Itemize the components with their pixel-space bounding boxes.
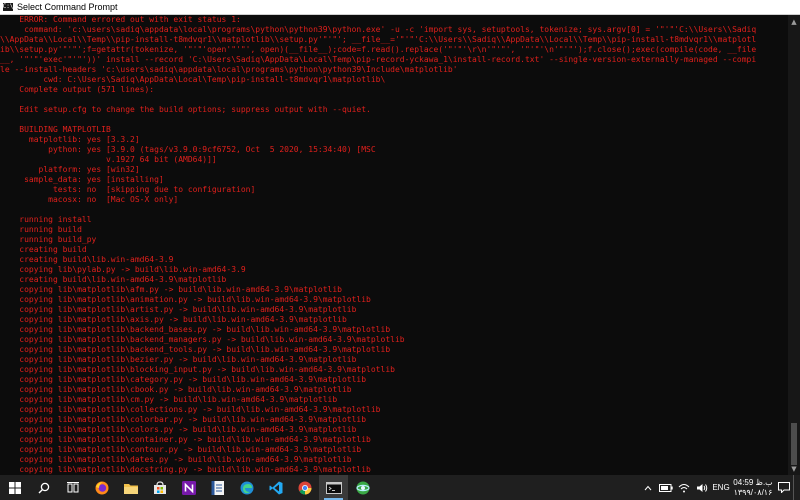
- system-tray: ENG 04:59 ب.ظ ۱۳۹۹/۰۸/۱۶: [639, 475, 800, 500]
- folder-icon: [123, 483, 138, 494]
- console-line: running install: [0, 215, 92, 224]
- onenote-icon: [181, 480, 196, 495]
- console-line: le --install-headers 'c:\users\sadiq\app…: [0, 65, 458, 74]
- start-button[interactable]: [0, 475, 29, 500]
- console-line: macosx: no [Mac OS-X only]: [0, 195, 179, 204]
- console-line: copying lib\matplotlib\backend_managers.…: [0, 335, 405, 344]
- console-line: copying lib\matplotlib\docstring.py -> b…: [0, 465, 371, 474]
- firefox-icon: [95, 481, 108, 494]
- console-output[interactable]: ERROR: Command errored out with exit sta…: [0, 15, 787, 475]
- console-line: tests: no [skipping due to configuration…: [0, 185, 256, 194]
- console-line: copying lib\matplotlib\contour.py -> bui…: [0, 445, 362, 454]
- taskbar: ENG 04:59 ب.ظ ۱۳۹۹/۰۸/۱۶: [0, 475, 800, 500]
- search-icon: [38, 482, 49, 493]
- onenote-button[interactable]: [174, 475, 203, 500]
- clock[interactable]: 04:59 ب.ظ ۱۳۹۹/۰۸/۱۶: [731, 478, 775, 498]
- console-line: copying lib\matplotlib\cm.py -> build\li…: [0, 395, 338, 404]
- speaker-icon: [697, 483, 708, 492]
- clock-date: ۱۳۹۹/۰۸/۱۶: [733, 487, 773, 497]
- console-line: Complete output (571 lines):: [0, 85, 155, 94]
- console-line: Edit setup.cfg to change the build optio…: [0, 105, 371, 114]
- vscode-icon: [269, 481, 282, 494]
- edge-icon: [240, 481, 253, 494]
- console-line: copying lib\pylab.py -> build\lib.win-am…: [0, 265, 246, 274]
- network-button[interactable]: [675, 475, 693, 500]
- network-app-button[interactable]: [348, 475, 377, 500]
- console-line: copying lib\matplotlib\colorbar.py -> bu…: [0, 415, 367, 424]
- terminal-icon: [325, 481, 342, 494]
- console-line: copying lib\matplotlib\category.py -> bu…: [0, 375, 367, 384]
- show-hidden-icons-button[interactable]: [639, 475, 657, 500]
- network-app-icon: [355, 481, 370, 494]
- battery-icon: [659, 483, 673, 492]
- vscode-button[interactable]: [261, 475, 290, 500]
- console-line: copying lib\matplotlib\backend_bases.py …: [0, 325, 391, 334]
- console-line: cwd: C:\Users\Sadiq\AppData\Local\Temp\p…: [0, 75, 386, 84]
- command-prompt-button[interactable]: [319, 475, 348, 500]
- console-line: sample_data: yes [installing]: [0, 175, 164, 184]
- store-icon: [153, 480, 166, 494]
- console-line: creating build: [0, 245, 87, 254]
- notifications-button[interactable]: [775, 475, 793, 500]
- word-button[interactable]: [203, 475, 232, 500]
- battery-button[interactable]: [657, 475, 675, 500]
- console-line: matplotlib: yes [3.3.2]: [0, 135, 140, 144]
- console-line: platform: yes [win32]: [0, 165, 140, 174]
- console-line: ERROR: Command errored out with exit sta…: [0, 15, 241, 24]
- console-line: copying lib\matplotlib\backend_tools.py …: [0, 345, 391, 354]
- console-line: creating build\lib.win-amd64-3.9\matplot…: [0, 275, 227, 284]
- window-title-bar[interactable]: C:\ Select Command Prompt: [0, 0, 800, 15]
- volume-button[interactable]: [693, 475, 711, 500]
- scroll-thumb[interactable]: [791, 423, 797, 465]
- clock-time: 04:59 ب.ظ: [733, 477, 773, 487]
- console-line: __, '"'"'exec'"'"'))' install --record '…: [0, 55, 757, 64]
- chrome-icon: [298, 481, 311, 494]
- console-line: python: yes [3.9.0 (tags/v3.9.0:9cf6752,…: [0, 145, 376, 154]
- file-explorer-button[interactable]: [116, 475, 145, 500]
- command-prompt-icon: C:\: [3, 3, 13, 11]
- console-line: copying lib\matplotlib\artist.py -> buil…: [0, 305, 357, 314]
- console-line: ib\\setup.py'"'"';f=getattr(tokenize, '"…: [0, 45, 757, 54]
- task-view-button[interactable]: [58, 475, 87, 500]
- language-indicator[interactable]: ENG: [711, 483, 731, 492]
- console-line: copying lib\matplotlib\axis.py -> build\…: [0, 315, 347, 324]
- task-view-icon: [66, 481, 79, 492]
- console-line: v.1927 64 bit (AMD64)]]: [0, 155, 217, 164]
- console-line: copying lib\matplotlib\container.py -> b…: [0, 435, 371, 444]
- chrome-button[interactable]: [290, 475, 319, 500]
- console-line: copying lib\matplotlib\collections.py ->…: [0, 405, 381, 414]
- vertical-scrollbar[interactable]: ▲ ▼: [788, 15, 800, 475]
- search-button[interactable]: [29, 475, 58, 500]
- word-icon: [211, 480, 224, 495]
- console-line: copying lib\matplotlib\cbook.py -> build…: [0, 385, 352, 394]
- console-line: command: 'c:\users\sadiq\appdata\local\p…: [0, 25, 757, 34]
- console-line: copying lib\matplotlib\afm.py -> build\l…: [0, 285, 342, 294]
- edge-button[interactable]: [232, 475, 261, 500]
- console-line: creating build\lib.win-amd64-3.9: [0, 255, 174, 264]
- console-line: BUILDING MATPLOTLIB: [0, 125, 111, 134]
- console-line: \\AppData\\Local\\Temp\\pip-install-t8md…: [0, 35, 757, 44]
- scroll-down-arrow-icon[interactable]: ▼: [790, 465, 798, 473]
- console-line: copying lib\matplotlib\colors.py -> buil…: [0, 425, 357, 434]
- console-line: copying lib\matplotlib\bezier.py -> buil…: [0, 355, 357, 364]
- console-line: running build_py: [0, 235, 97, 244]
- scroll-up-arrow-icon[interactable]: ▲: [790, 18, 798, 26]
- chevron-up-icon: [644, 485, 652, 490]
- show-desktop-button[interactable]: [793, 475, 800, 500]
- notification-icon: [778, 482, 790, 493]
- console-line: copying lib\matplotlib\blocking_input.py…: [0, 365, 395, 374]
- console-line: running build: [0, 225, 82, 234]
- firefox-button[interactable]: [87, 475, 116, 500]
- store-button[interactable]: [145, 475, 174, 500]
- window-title: Select Command Prompt: [17, 2, 118, 12]
- console-line: copying lib\matplotlib\dates.py -> build…: [0, 455, 352, 464]
- command-prompt-icon-label: C:\: [2, 3, 14, 10]
- console-line: copying lib\matplotlib\animation.py -> b…: [0, 295, 371, 304]
- wifi-icon: [678, 483, 690, 492]
- windows-logo-icon: [8, 481, 21, 494]
